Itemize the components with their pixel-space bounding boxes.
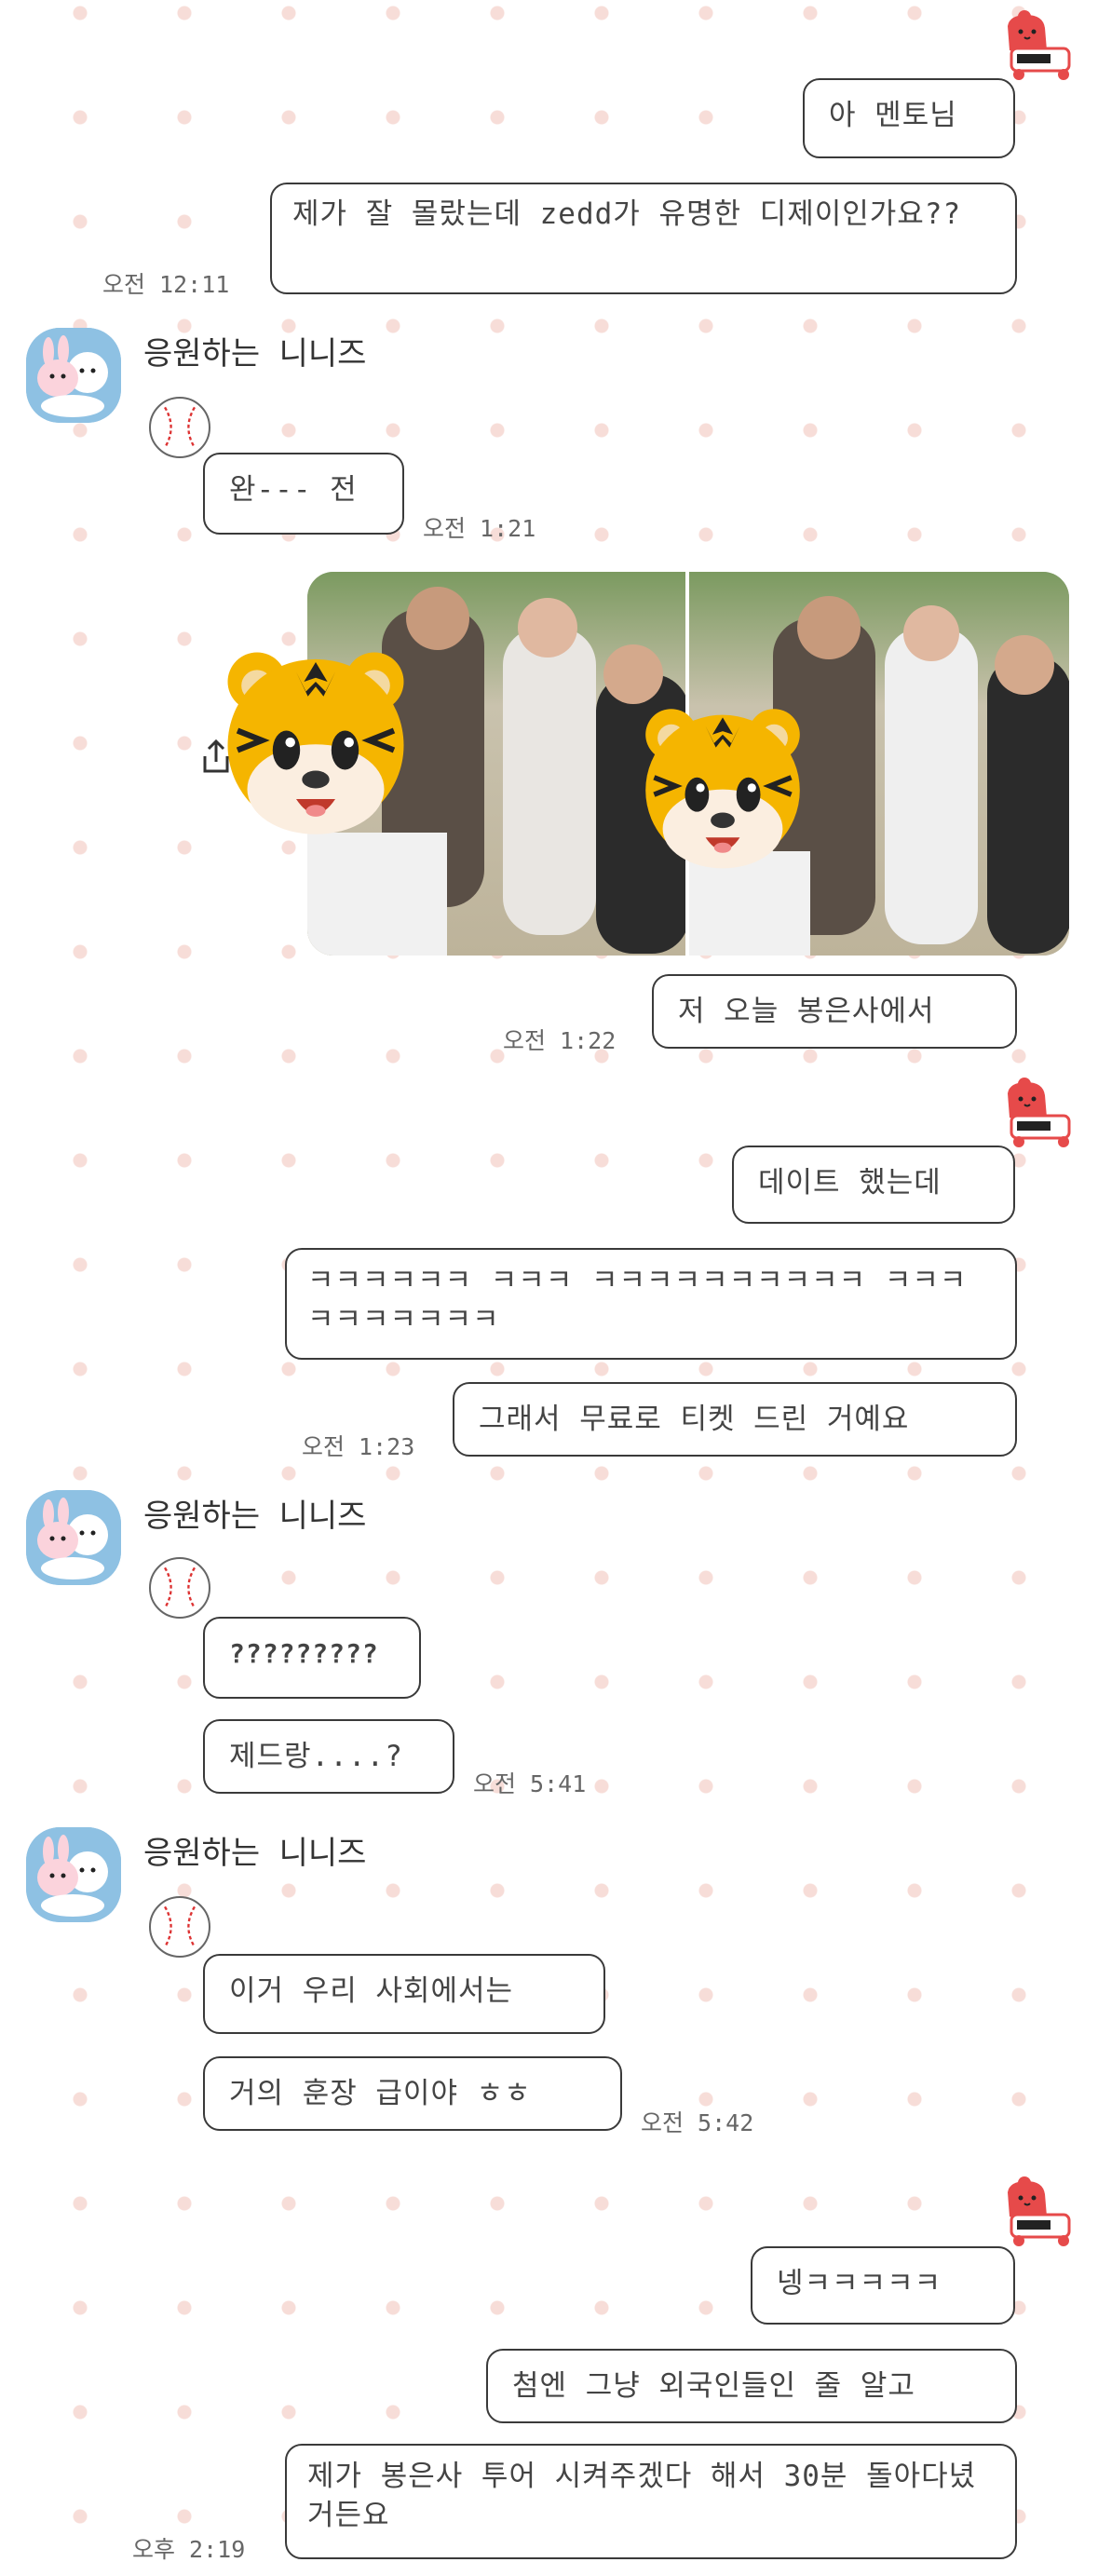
baseball-icon [149, 1896, 210, 1958]
red-bear-sticker-icon [998, 1075, 1077, 1149]
message-timestamp: 오전 5:41 [473, 1770, 587, 1797]
message-bubble[interactable]: 저 오늘 봉은사에서 [652, 974, 1017, 1049]
message-text: 아 멘토님 [829, 99, 957, 132]
message-bubble[interactable]: 넹ㅋㅋㅋㅋㅋ [751, 2246, 1015, 2325]
message-bubble[interactable]: ㅋㅋㅋㅋㅋㅋ ㅋㅋㅋ ㅋㅋㅋㅋㅋㅋㅋㅋㅋㅋ ㅋㅋㅋ ㅋㅋㅋㅋㅋㅋㅋ [285, 1248, 1017, 1360]
avatar[interactable] [26, 1490, 121, 1585]
message-bubble[interactable]: 완--- 전 [203, 453, 404, 535]
message-text: ㅋㅋㅋㅋㅋㅋ ㅋㅋㅋ ㅋㅋㅋㅋㅋㅋㅋㅋㅋㅋ ㅋㅋㅋ ㅋㅋㅋㅋㅋㅋㅋ [307, 1264, 968, 1336]
message-bubble[interactable]: 제드랑....? [203, 1719, 454, 1794]
message-timestamp: 오전 1:23 [302, 1433, 415, 1460]
message-bubble[interactable]: ????????? [203, 1617, 421, 1699]
message-bubble[interactable]: 그래서 무료로 티켓 드린 거예요 [453, 1382, 1017, 1457]
message-timestamp: 오전 12:11 [102, 271, 230, 298]
message-text: 완--- 전 [229, 473, 358, 507]
message-bubble[interactable]: 아 멘토님 [803, 78, 1015, 158]
avatar[interactable] [26, 1827, 121, 1922]
tiger-emoji-icon [637, 700, 808, 872]
message-text: 이거 우리 사회에서는 [229, 1974, 514, 2008]
message-text: 데이트 했는데 [758, 1166, 942, 1200]
sender-name: 응원하는 니니즈 [143, 335, 367, 373]
message-bubble[interactable]: 데이트 했는데 [732, 1146, 1015, 1224]
message-bubble[interactable]: 첨엔 그냥 외국인들인 줄 알고 [486, 2349, 1017, 2423]
message-text: ????????? [229, 1638, 379, 1669]
sender-name: 응원하는 니니즈 [143, 1498, 367, 1535]
message-timestamp: 오전 5:42 [641, 2109, 754, 2136]
baseball-icon [149, 397, 210, 458]
message-timestamp: 오후 2:19 [132, 2536, 246, 2563]
avatar[interactable] [26, 328, 121, 423]
share-icon[interactable] [199, 738, 233, 775]
message-text: 그래서 무료로 티켓 드린 거예요 [479, 1403, 910, 1436]
message-bubble[interactable]: 이거 우리 사회에서는 [203, 1954, 605, 2034]
message-text: 저 오늘 봉은사에서 [678, 995, 935, 1028]
message-text: 제가 봉은사 투어 시켜주겠다 해서 30분 돌아다녔거든요 [307, 2460, 977, 2532]
message-bubble[interactable]: 제가 잘 몰랐는데 zedd가 유명한 디제이인가요?? [270, 183, 1017, 294]
message-timestamp: 오전 1:22 [503, 1027, 617, 1054]
sender-name: 응원하는 니니즈 [143, 1835, 367, 1872]
message-text: 거의 훈장 급이야 ㅎㅎ [229, 2077, 532, 2110]
red-bear-sticker-icon [998, 2174, 1077, 2248]
baseball-icon [149, 1557, 210, 1619]
tiger-emoji-icon [218, 643, 413, 838]
red-bear-sticker-icon [998, 7, 1077, 82]
message-bubble[interactable]: 거의 훈장 급이야 ㅎㅎ [203, 2056, 622, 2131]
message-text: 넹ㅋㅋㅋㅋㅋ [777, 2267, 942, 2300]
message-timestamp: 오전 1:21 [423, 515, 536, 542]
message-text: 첨엔 그냥 외국인들인 줄 알고 [512, 2369, 915, 2403]
message-text: 제가 잘 몰랐는데 zedd가 유명한 디제이인가요?? [292, 197, 962, 231]
message-text: 제드랑....? [229, 1740, 403, 1773]
message-bubble[interactable]: 제가 봉은사 투어 시켜주겠다 해서 30분 돌아다녔거든요 [285, 2444, 1017, 2559]
